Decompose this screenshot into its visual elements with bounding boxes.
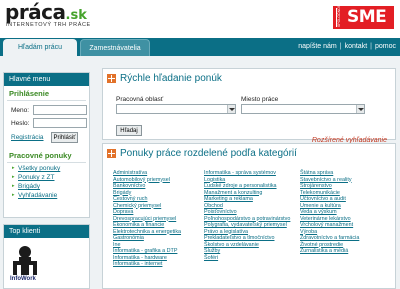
sidebar-item-label: Brigády [18,183,41,190]
offers-title: Pracovné ponuky [9,151,72,160]
top-links: napíšte nám | kontakt | pomoc [298,38,396,56]
sidebar-menu-title: Hlavné menu [4,73,89,86]
password-label: Heslo: [11,120,30,127]
chevron-down-icon [356,105,364,113]
register-link[interactable]: Registrácia [11,134,44,141]
bullet-icon: ▸ [12,165,15,171]
sidebar-item-zt-offers[interactable]: ▸ Ponuky z ZT [12,173,84,182]
quick-search-panel: Rýchle hľadanie ponúk Pracovná oblasť Mi… [102,68,396,144]
location-select[interactable] [241,104,365,114]
location-label: Miesto práce [241,96,279,103]
sidebar-main-menu: Hlavné menu Prihlásenie Meno: Heslo: Reg… [3,72,90,218]
logo-tagline: INTERNETOVÝ TRH PRÁCE [6,22,91,28]
bullet-icon: ▸ [12,174,15,180]
login-title: Prihlásenie [9,89,50,98]
login-button[interactable]: Prihlásiť [51,132,78,143]
infowork-logo-icon[interactable] [11,243,39,277]
site-header: práca.sk INTERNETOVÝ TRH PRÁCE SPOLOČNOS… [0,0,400,38]
sme-side-text: SPOLOČNOSŤ [336,3,344,27]
category-link[interactable]: Žurnalistika a médiá [300,248,359,255]
sidebar-item-label: Ponuky z ZT [18,174,55,181]
sidebar-item-label: Vyhľadávanie [18,192,58,199]
search-button[interactable]: Hľadaj [116,125,142,136]
login-password-row: Heslo: [4,118,89,129]
plus-icon [107,149,116,158]
quick-search-title: Rýchle hľadanie ponúk [120,73,222,84]
sme-partner-logo[interactable]: SPOLOČNOSŤ SME [333,3,394,29]
bullet-icon: ▸ [12,183,15,189]
login-name-input[interactable] [33,105,87,115]
top-clients-title: Top klienti [4,225,89,238]
main-navbar: Hľadám prácu Zamestnávatelia napíšte nám… [0,38,400,56]
field-select[interactable] [116,104,236,114]
name-label: Meno: [11,107,30,114]
category-link[interactable]: Informatika - grafika a DTP [113,248,181,255]
login-actions: Registrácia Prihlásiť [4,131,89,145]
link-separator: | [370,43,372,50]
tab-job-seekers[interactable]: Hľadám prácu [3,39,77,56]
sme-logo-text: SME [347,7,387,27]
category-link[interactable]: Informatika - internet [113,261,181,268]
logo-tld-text: .sk [65,8,87,23]
login-name-row: Meno: [4,105,89,116]
categories-grid: Administratíva Automobilový priemysel Bank… [113,170,393,288]
top-clients-box: Top klienti InfoWork [3,224,90,289]
link-separator: | [339,43,342,50]
offers-list: ▸ Všetky ponuky ▸ Ponuky z ZT ▸ Brigády ▸ Vy… [4,163,89,203]
plus-icon [107,74,116,83]
category-link[interactable]: Šoféri [204,255,290,262]
category-column: Štátna správa Stavebníctvo a reality Stroj… [300,170,359,255]
field-label: Pracovná oblasť [116,96,164,103]
category-link[interactable]: Polygrafia, vydavateľský priemysel [204,222,290,229]
sidebar-item-search[interactable]: ▸ Vyhľadávanie [12,191,84,200]
site-logo[interactable]: práca.sk [5,2,87,22]
category-column: Administratíva Automobilový priemysel Bank… [113,170,181,268]
client-name: InfoWork [10,276,36,282]
categories-panel: Ponuky práce rozdelené podľa kategórií A… [102,143,396,289]
categories-title: Ponuky práce rozdelené podľa kategórií [120,148,297,159]
sidebar-item-brigades[interactable]: ▸ Brigády [12,182,84,191]
contact-us-link[interactable]: napíšte nám [298,43,337,50]
category-link[interactable]: Vrcholový manažment [300,222,359,229]
chevron-down-icon [227,105,235,113]
tab-employers[interactable]: Zamestnávatelia [80,39,150,56]
contact-link[interactable]: kontakt [345,43,368,50]
bullet-icon: ▸ [12,192,15,198]
divider [7,100,86,101]
sidebar-item-all-offers[interactable]: ▸ Všetky ponuky [12,164,84,173]
logo-main-text: práca [5,0,66,24]
help-link[interactable]: pomoc [375,43,396,50]
category-link[interactable]: Zdravotníctvo a farmácia [300,235,359,242]
sidebar-item-label: Všetky ponuky [18,165,61,172]
category-column: Informatika - správa systémov Logistika Ľu… [204,170,290,261]
login-password-input[interactable] [33,118,87,128]
